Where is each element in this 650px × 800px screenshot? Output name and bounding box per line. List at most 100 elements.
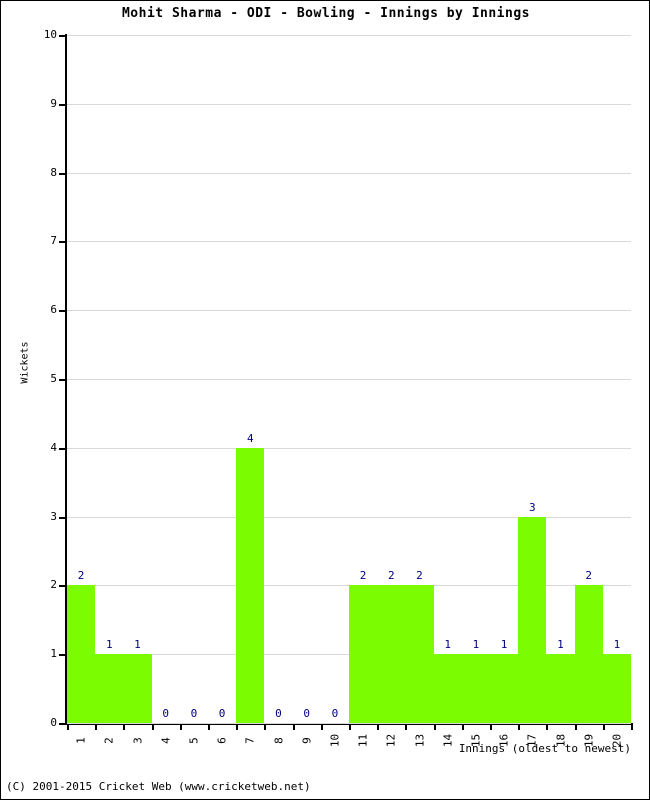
bar [405, 585, 434, 723]
y-tick-label: 10 [43, 28, 57, 41]
y-tick-label: 9 [50, 96, 57, 110]
x-tick-mark [95, 723, 98, 730]
x-tick-mark [151, 723, 154, 730]
y-tick-mark [59, 241, 67, 244]
bar-value-label: 0 [218, 707, 226, 720]
x-tick-mark [546, 723, 549, 730]
bar-value-label: 1 [444, 638, 451, 652]
x-tick-label: 2 [102, 737, 116, 744]
x-tick-mark [631, 723, 633, 730]
gridline [67, 241, 631, 243]
bar-value-label: 2 [585, 569, 592, 583]
bar [236, 447, 265, 723]
x-tick-label: 5 [187, 737, 201, 744]
x-tick-mark [320, 723, 323, 730]
x-tick-label: 1 [74, 737, 88, 744]
x-tick-mark [461, 723, 464, 730]
bar-value-label: 1 [613, 638, 621, 652]
bar [546, 654, 575, 723]
bar [123, 654, 152, 723]
y-tick-mark [59, 103, 67, 106]
bar-value-label: 0 [331, 707, 339, 720]
bar [574, 585, 603, 723]
y-tick-label: 4 [50, 440, 57, 454]
x-tick-label: 9 [300, 737, 314, 744]
y-tick-label: 3 [50, 509, 57, 523]
x-tick-label: 6 [215, 737, 229, 744]
bar [95, 654, 124, 723]
y-tick-label: 1 [50, 647, 57, 661]
x-tick-mark [236, 723, 239, 730]
bar-value-label: 4 [246, 431, 254, 445]
gridline [67, 172, 631, 174]
bar-value-label: 1 [472, 638, 480, 652]
bar-value-label: 2 [359, 569, 367, 583]
bar-value-label: 1 [500, 638, 508, 652]
y-tick-mark [59, 585, 67, 588]
x-tick-mark [433, 723, 436, 730]
x-tick-mark [405, 723, 408, 730]
bar-value-label: 2 [77, 569, 85, 583]
gridline [67, 310, 631, 312]
x-tick-mark [292, 723, 295, 730]
x-tick-mark [349, 723, 351, 730]
bar-value-label: 1 [134, 638, 141, 652]
gridline [67, 447, 631, 449]
y-tick-mark [59, 310, 67, 313]
bar-value-label: 0 [162, 707, 169, 720]
bar-value-label: 0 [275, 707, 282, 720]
bowling-innings-chart: Mohit Sharma - ODI - Bowling - Innings b… [0, 0, 650, 800]
bar-value-label: 3 [528, 500, 536, 514]
y-tick-label: 0 [50, 716, 57, 729]
x-tick-mark [377, 723, 380, 730]
x-tick-label: 8 [272, 737, 285, 744]
y-tick-mark [59, 379, 67, 381]
bar [67, 585, 96, 723]
y-tick-label: 6 [50, 303, 57, 317]
plot-area: 2 1 1 0 0 0 4 0 0 0 2 2 2 1 1 1 3 1 2 1 [67, 35, 631, 724]
x-tick-mark [574, 723, 577, 730]
bar-value-label: 2 [416, 569, 423, 583]
y-tick-mark [59, 516, 67, 519]
bar [518, 516, 547, 723]
gridline [67, 516, 631, 518]
gridline [67, 379, 631, 380]
gridline [67, 35, 631, 36]
bar [433, 654, 462, 723]
bar [461, 654, 490, 723]
y-tick-label: 8 [50, 165, 57, 179]
bar-value-label: 0 [303, 707, 310, 720]
bar-value-label: 1 [557, 638, 564, 652]
x-tick-mark [490, 723, 492, 730]
y-tick-mark [59, 35, 67, 37]
bar-value-label: 1 [105, 638, 113, 652]
x-tick-mark [123, 723, 126, 730]
y-axis-title: Wickets [19, 341, 31, 384]
x-tick-label: 4 [159, 737, 173, 744]
x-tick-mark [67, 723, 69, 730]
chart-title: Mohit Sharma - ODI - Bowling - Innings b… [121, 6, 530, 21]
y-tick-mark [59, 172, 67, 175]
bar-value-label: 2 [387, 569, 395, 583]
x-tick-mark [602, 723, 605, 730]
y-tick-label: 7 [50, 234, 57, 248]
x-tick-mark [264, 723, 267, 730]
y-tick-mark [59, 723, 67, 725]
x-tick-label: 3 [131, 737, 144, 744]
x-tick-mark [208, 723, 210, 730]
gridline [67, 723, 631, 724]
x-tick-label: 7 [243, 737, 257, 744]
x-tick-mark [518, 723, 521, 730]
bar-value-label: 0 [190, 707, 198, 720]
bar [377, 585, 406, 723]
x-axis-title: Innings (oldest to newest) [458, 742, 631, 755]
x-tick-mark [179, 723, 182, 730]
bar [490, 654, 519, 723]
y-tick-mark [59, 654, 67, 657]
bar [349, 585, 378, 723]
footer-credit: (C) 2001-2015 Cricket Web (www.cricketwe… [6, 780, 311, 793]
bar [602, 654, 631, 723]
gridline [67, 103, 631, 105]
y-tick-mark [59, 447, 67, 450]
y-tick-label: 2 [50, 578, 57, 592]
